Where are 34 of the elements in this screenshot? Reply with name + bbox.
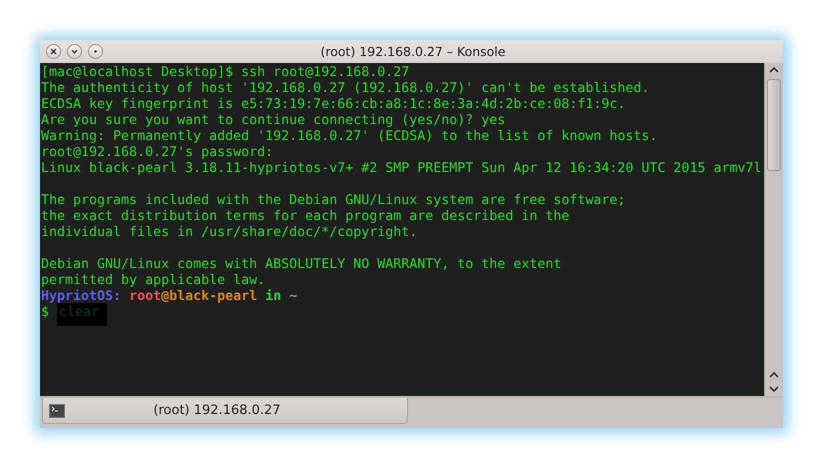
scrollbar[interactable]	[764, 63, 783, 396]
terminal-line: Warning: Permanently added '192.168.0.27' (ECDSA) to the list of known hosts.	[41, 129, 658, 144]
selected-command: clear	[57, 303, 108, 326]
terminal-area[interactable]	[40, 63, 764, 396]
terminal-line: root@192.168.0.27's password:	[41, 145, 274, 160]
chevron-up-icon[interactable]	[769, 371, 779, 379]
prompt-text: root	[129, 289, 162, 304]
prompt-text: HypriotOS:	[41, 289, 122, 304]
terminal-line: [mac@localhost Desktop]$ ssh root@192.168.0.27	[41, 65, 410, 80]
chevron-up-icon[interactable]	[769, 66, 779, 74]
terminal-line: Debian GNU/Linux comes with ABSOLUTELY NO WARRANTY, to the extent	[41, 257, 562, 272]
prompt-text: in	[265, 289, 282, 304]
terminal-line: Are you sure you want to continue connecting (yes/no)? yes	[41, 113, 506, 128]
close-button[interactable]	[46, 44, 61, 59]
terminal-line: individual files in /usr/share/doc/*/copyright.	[41, 225, 418, 240]
dot-icon	[94, 50, 97, 53]
prompt-text: ~	[289, 289, 298, 304]
terminal-line: The authenticity of host '192.168.0.27 (192.168.0.27)' can't be established.	[41, 81, 650, 96]
window-title: (root) 192.168.0.27 – Konsole	[320, 44, 506, 59]
terminal-line: ECDSA key fingerprint is e5:73:19:7e:66:cb:a8:1c:8e:3a:4d:2b:ce:08:f1:9c.	[41, 97, 626, 112]
maximize-button[interactable]	[88, 44, 103, 59]
prompt-text: @black-pearl	[161, 289, 258, 304]
prompt-sign: $	[41, 305, 50, 320]
chevron-down-icon[interactable]	[769, 385, 779, 393]
chevron-down-icon	[71, 49, 78, 54]
terminal-icon	[49, 404, 65, 418]
session-tab[interactable]: (root) 192.168.0.27	[42, 398, 408, 424]
minimize-button[interactable]	[67, 44, 82, 59]
terminal-line: The programs included with the Debian GNU/Linux system are free software;	[41, 193, 626, 208]
terminal-line: Linux black-pearl 3.18.11-hypriotos-v7+ #2 SMP PREEMPT Sun Apr 12 16:34:20 UTC 2015 armv7l	[41, 161, 762, 176]
scrollbar-thumb[interactable]	[767, 79, 781, 171]
terminal-line: permitted by applicable law.	[41, 273, 266, 288]
close-icon	[50, 48, 57, 55]
terminal-line: the exact distribution terms for each program are described in the	[41, 209, 570, 224]
